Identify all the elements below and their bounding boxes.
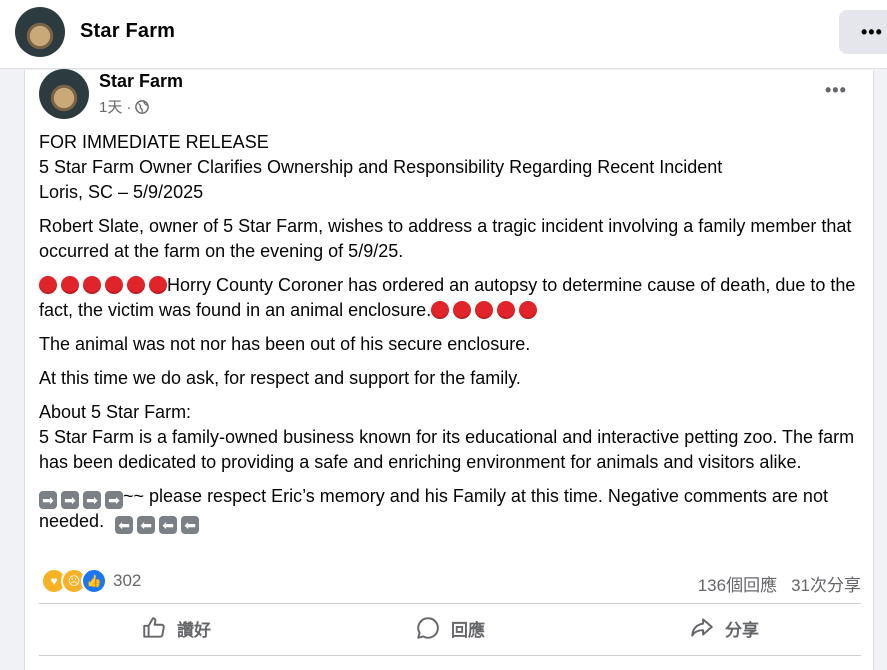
release-line-1: FOR IMMEDIATE RELEASE	[39, 132, 269, 152]
post-time[interactable]: 1天 ·	[99, 96, 132, 117]
paragraph-about: About 5 Star Farm: 5 Star Farm is a fami…	[39, 400, 861, 475]
comment-count[interactable]: 136個回應	[698, 571, 777, 596]
left-arrow-icon: ⬅	[159, 516, 178, 534]
post-more-button[interactable]: •••	[825, 80, 847, 101]
red-circle-icon	[127, 276, 145, 294]
red-circle-icon	[497, 301, 516, 319]
red-circle-icon	[61, 276, 79, 294]
comment-button[interactable]: 回應	[313, 606, 587, 650]
like-label: 讚好	[177, 620, 211, 640]
memory-text: ~~ please respect Eric’s memory and his …	[39, 486, 828, 531]
left-arrow-icon: ⬅	[181, 516, 200, 534]
more-icon: •••	[825, 80, 847, 100]
page-title[interactable]: Star Farm	[80, 20, 175, 43]
release-line-3: Loris, SC – 5/9/2025	[39, 182, 204, 202]
globe-icon	[134, 99, 149, 114]
about-text: 5 Star Farm is a family-owned business k…	[39, 427, 855, 472]
left-arrow-icon: ⬅	[115, 516, 134, 534]
red-circle-icon	[149, 276, 167, 294]
paragraph-animal: The animal was not nor has been out of h…	[39, 334, 531, 354]
paragraph-coroner: Horry County Coroner has ordered an auto…	[39, 273, 861, 323]
paragraph-memory: ➡ ➡ ➡ ➡ ~~ please respect Eric’s memory and …	[39, 484, 861, 534]
reaction-icons[interactable]: ♥ ☹ 👍	[41, 568, 107, 594]
header-more-button[interactable]: •••	[839, 10, 887, 54]
share-arrow-icon	[691, 618, 713, 637]
divider	[39, 603, 861, 604]
red-circle-icon	[431, 301, 450, 319]
action-bar: 讚好 回應 分享	[39, 606, 861, 650]
like-button[interactable]: 讚好	[39, 606, 313, 650]
about-title: About 5 Star Farm:	[39, 402, 192, 422]
right-arrow-icon: ➡	[105, 491, 123, 509]
release-line-2: 5 Star Farm Owner Clarifies Ownership an…	[39, 157, 723, 177]
right-arrow-icon: ➡	[39, 491, 57, 509]
paragraph-owner: Robert Slate, owner of 5 Star Farm, wish…	[39, 216, 852, 261]
right-arrow-icon: ➡	[61, 491, 79, 509]
paragraph-respect: At this time we do ask, for respect and …	[39, 368, 521, 388]
author-avatar[interactable]	[39, 69, 89, 119]
engagement-stats: 136個回應 31次分享	[698, 571, 861, 596]
thumbs-up-icon	[143, 617, 165, 638]
reaction-count[interactable]: 302	[113, 571, 141, 591]
more-icon: •••	[861, 22, 883, 42]
post-card: Star Farm 1天 · ••• FOR IMMEDIATE RELEASE…	[24, 69, 874, 670]
like-reaction-icon: 👍	[81, 568, 107, 594]
page-avatar[interactable]	[15, 7, 65, 57]
red-circle-icon	[475, 301, 494, 319]
paragraph-release: FOR IMMEDIATE RELEASE 5 Star Farm Owner …	[39, 130, 861, 205]
page-header: Star Farm •••	[0, 0, 887, 69]
comment-label: 回應	[451, 620, 485, 640]
red-circle-icon	[105, 276, 123, 294]
share-count[interactable]: 31次分享	[791, 571, 861, 596]
share-button[interactable]: 分享	[587, 606, 861, 650]
red-circle-icon	[453, 301, 472, 319]
post-meta: 1天 ·	[99, 96, 149, 117]
share-label: 分享	[725, 620, 759, 640]
left-arrow-icon: ⬅	[137, 516, 156, 534]
reaction-bar: ♥ ☹ 👍 302 136個回應 31次分享	[39, 568, 861, 595]
comment-bubble-icon	[417, 617, 439, 639]
author-name[interactable]: Star Farm	[99, 71, 183, 92]
post-body: FOR IMMEDIATE RELEASE 5 Star Farm Owner …	[39, 130, 861, 543]
red-circle-icon	[83, 276, 101, 294]
divider	[39, 655, 861, 656]
red-circle-icon	[39, 276, 57, 294]
red-circle-icon	[519, 301, 538, 319]
right-arrow-icon: ➡	[83, 491, 101, 509]
